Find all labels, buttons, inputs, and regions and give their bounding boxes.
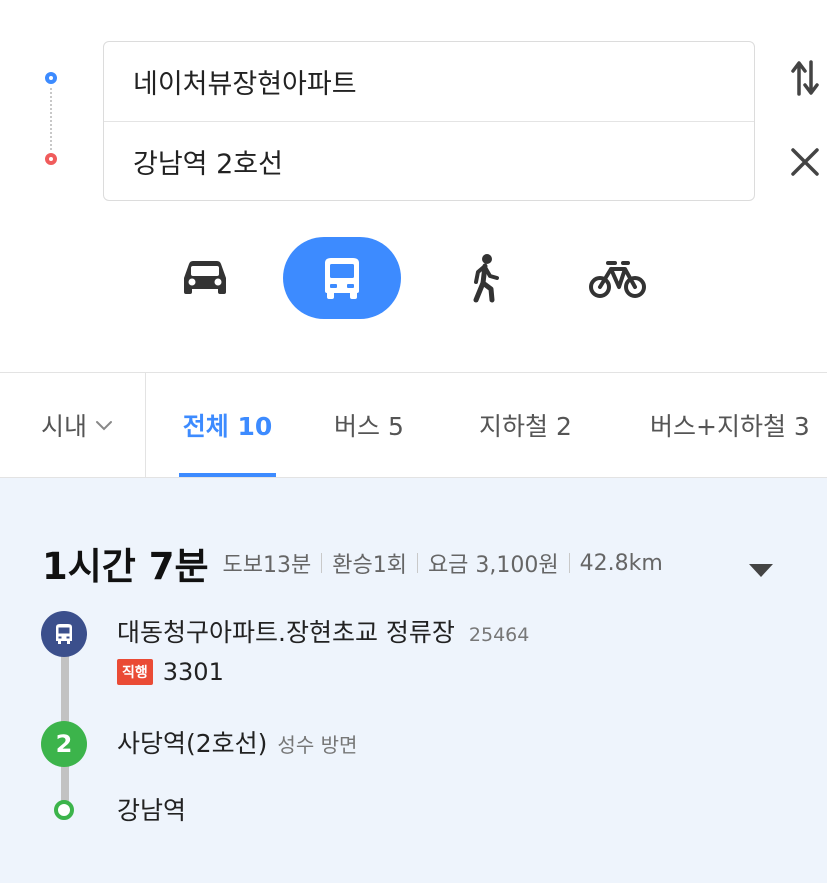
total-time: 1시간 7분 [42, 545, 209, 588]
region-filter-dropdown[interactable]: 시내 [0, 373, 146, 477]
distance: 42.8km [579, 550, 663, 576]
mode-walk-button[interactable] [445, 237, 525, 319]
subway-station-name: 사당역(2호선) [117, 729, 268, 758]
route-filter-tabs: 시내 전체 10 버스 5 지하철 2 버스+지하철 3 [0, 372, 827, 478]
expand-route-button[interactable] [747, 561, 775, 583]
mode-bike-button[interactable] [578, 237, 658, 319]
bus-stop-marker [41, 611, 87, 657]
walk-icon [473, 254, 499, 303]
bus-stop-name: 대동청구아파트.장현초교 정류장 [117, 618, 455, 647]
route-markers [44, 68, 70, 178]
bicycle-icon [589, 261, 646, 298]
divider [321, 553, 323, 573]
express-badge: 직행 [117, 659, 153, 685]
search-panel: 네이처뷰장현아파트 강남역 2호선 [0, 0, 827, 372]
tab-bus[interactable]: 버스 5 [334, 373, 404, 477]
tab-subway[interactable]: 지하철 2 [479, 373, 572, 477]
swap-icon [791, 60, 819, 96]
destination-input[interactable]: 강남역 2호선 [104, 122, 754, 201]
tab-bus-subway[interactable]: 버스+지하철 3 [650, 373, 810, 477]
mode-car-button[interactable] [165, 237, 245, 319]
transfer-count: 환승1회 [332, 553, 407, 578]
origin-input[interactable]: 네이처뷰장현아파트 [104, 42, 754, 122]
step-bus-stop[interactable]: 대동청구아파트.장현초교 정류장 25464 [117, 613, 529, 649]
bus-stop-code: 25464 [468, 624, 530, 646]
tab-all[interactable]: 전체 10 [179, 373, 276, 477]
arrival-station[interactable]: 강남역 [117, 791, 186, 827]
car-icon [184, 261, 226, 294]
arrival-marker [54, 800, 74, 820]
bus-route-number: 3301 [162, 658, 224, 686]
bus-route-info[interactable]: 직행 3301 [117, 658, 224, 686]
caret-down-icon [749, 564, 773, 577]
mode-transit-button[interactable] [283, 237, 401, 319]
region-filter-label: 시내 [41, 412, 88, 441]
route-result-card[interactable]: 1시간 7분 도보13분 환승1회 요금 3,100원 42.8km 대동청구아… [0, 478, 827, 883]
transport-mode-selector [0, 237, 827, 319]
route-dotted-line [50, 88, 52, 150]
fare: 요금 3,100원 [427, 553, 559, 578]
divider [568, 553, 570, 573]
bus-icon [56, 624, 72, 644]
bus-icon [325, 258, 359, 299]
clear-route-button[interactable] [785, 142, 825, 182]
step-subway-station[interactable]: 사당역(2호선) 성수 방면 [117, 724, 357, 760]
route-summary: 1시간 7분 도보13분 환승1회 요금 3,100원 42.8km [42, 538, 663, 588]
walk-time: 도보13분 [222, 553, 312, 578]
swap-route-button[interactable] [785, 58, 825, 98]
destination-marker [45, 153, 57, 165]
route-input-box: 네이처뷰장현아파트 강남역 2호선 [103, 41, 755, 201]
subway-line-2-marker: 2 [41, 721, 87, 767]
origin-marker [45, 72, 57, 84]
chevron-down-icon [95, 419, 113, 431]
divider [416, 553, 418, 573]
close-icon [791, 148, 819, 176]
subway-direction: 성수 방면 [277, 733, 358, 757]
